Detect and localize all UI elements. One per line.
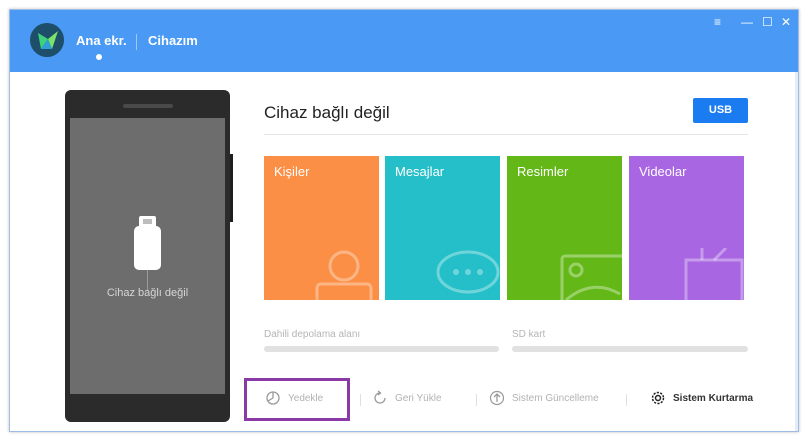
video-icon bbox=[684, 248, 744, 300]
person-icon bbox=[315, 250, 373, 300]
image-icon bbox=[560, 254, 622, 300]
system-update-label: Sistem Güncelleme bbox=[512, 392, 599, 404]
system-update-button[interactable]: Sistem Güncelleme bbox=[489, 390, 599, 406]
tile-label: Kişiler bbox=[274, 164, 310, 179]
nav-home-tab[interactable]: Ana ekr. bbox=[76, 33, 127, 48]
update-arrow-icon bbox=[489, 390, 505, 406]
page-title: Cihaz bağlı değil bbox=[264, 103, 390, 122]
system-recovery-label: Sistem Kurtarma bbox=[673, 392, 754, 404]
internal-storage-bar bbox=[264, 346, 499, 352]
tile-photos[interactable]: Resimler bbox=[507, 156, 622, 300]
restore-button[interactable]: Geri Yükle bbox=[372, 390, 442, 406]
maximize-icon[interactable]: ☐ bbox=[762, 16, 773, 28]
action-separator bbox=[626, 394, 627, 406]
app-logo-icon bbox=[30, 23, 64, 57]
usb-plug-icon bbox=[134, 226, 161, 270]
phone-illustration: Cihaz bağlı değil bbox=[65, 90, 230, 422]
phone-side-button bbox=[230, 154, 233, 222]
system-recovery-button[interactable]: Sistem Kurtarma bbox=[650, 390, 753, 406]
title-divider bbox=[264, 134, 748, 135]
tile-messages[interactable]: Mesajlar bbox=[385, 156, 500, 300]
action-separator bbox=[360, 394, 361, 406]
internal-storage-label: Dahili depolama alanı bbox=[264, 329, 361, 340]
tile-label: Mesajlar bbox=[395, 164, 445, 179]
chat-icon bbox=[436, 250, 500, 294]
nav-device-tab[interactable]: Cihazım bbox=[148, 33, 198, 48]
app-window: Ana ekr. Cihazım ≡ — ☐ ✕ Cihaz bağlı değ… bbox=[9, 9, 799, 432]
usb-connector-slot bbox=[143, 219, 152, 224]
nav-separator bbox=[136, 34, 137, 50]
phone-status-text: Cihaz bağlı değil bbox=[106, 287, 189, 299]
usb-button[interactable]: USB bbox=[693, 98, 748, 123]
restore-icon bbox=[374, 390, 386, 404]
phone-speaker bbox=[123, 104, 173, 108]
tile-label: Videolar bbox=[639, 164, 687, 179]
window-scrollbar[interactable] bbox=[795, 72, 798, 431]
active-tab-indicator bbox=[96, 54, 102, 60]
tile-label: Resimler bbox=[517, 164, 569, 179]
restore-label: Geri Yükle bbox=[395, 392, 442, 404]
close-icon[interactable]: ✕ bbox=[781, 16, 791, 28]
sd-card-bar bbox=[512, 346, 748, 352]
phone-screen: Cihaz bağlı değil bbox=[70, 118, 225, 394]
highlight-box bbox=[244, 378, 350, 421]
app-header: Ana ekr. Cihazım ≡ — ☐ ✕ bbox=[10, 10, 798, 72]
menu-icon[interactable]: ≡ bbox=[714, 16, 721, 28]
tile-contacts[interactable]: Kişiler bbox=[264, 156, 379, 300]
gear-icon bbox=[651, 391, 665, 405]
tile-videos[interactable]: Videolar bbox=[629, 156, 744, 300]
sd-card-label: SD kart bbox=[512, 329, 546, 340]
minimize-icon[interactable]: — bbox=[741, 16, 753, 28]
action-separator bbox=[476, 394, 477, 406]
